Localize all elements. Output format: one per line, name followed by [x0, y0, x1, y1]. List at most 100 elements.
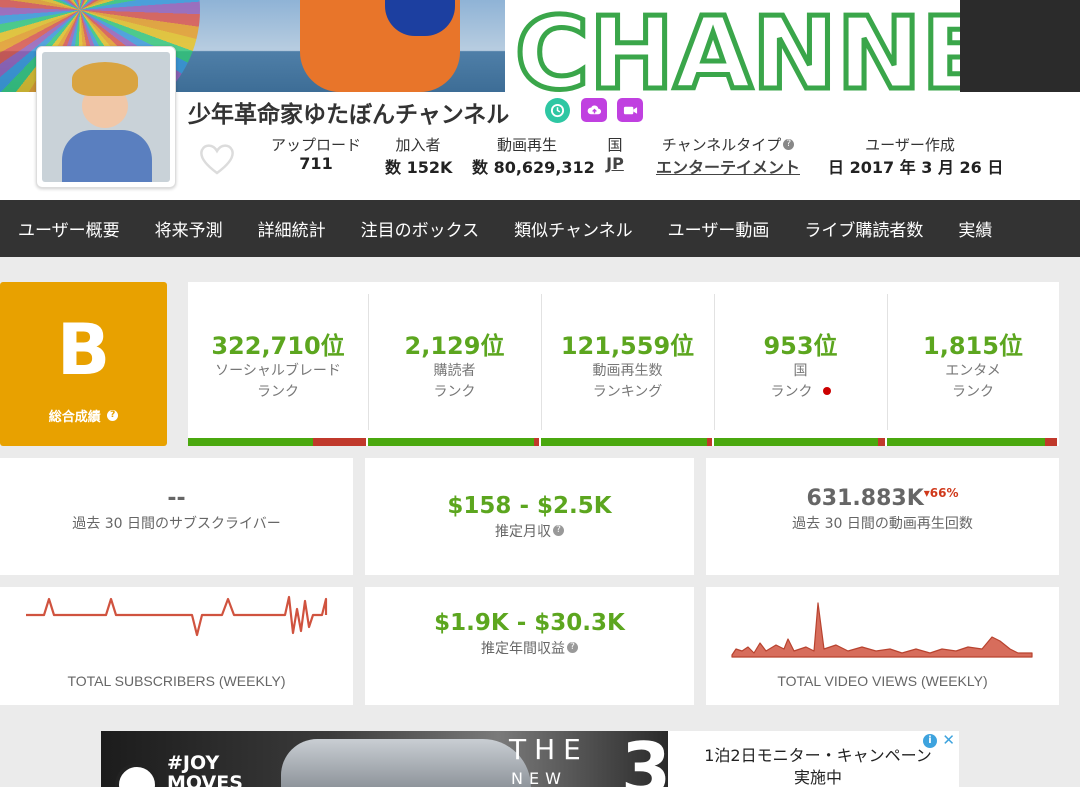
meta-country: 国 JP — [600, 134, 630, 173]
meta-views: 動画再生 数 80,629,312 — [472, 134, 595, 178]
nav-user-videos[interactable]: ユーザー動画 — [668, 216, 770, 241]
main-nav: ユーザー概要 将来予測 詳細統計 注目のボックス 類似チャンネル ユーザー動画 … — [0, 200, 1080, 257]
nav-featured-box[interactable]: 注目のボックス — [361, 216, 480, 241]
rank-value: 2,129位 — [404, 332, 505, 360]
avatar-photo — [42, 52, 170, 182]
rank-label: エンタメ — [945, 363, 1001, 379]
rank-bar — [541, 438, 712, 446]
ad-campaign-line2: 実施中 — [793, 768, 842, 787]
views-30d-value: 631.883K — [806, 486, 924, 511]
rank-label: ソーシャルブレード — [215, 363, 341, 379]
nav-detailed-stats[interactable]: 詳細統計 — [258, 216, 326, 241]
meta-subscribers-value: 数 152K — [385, 158, 453, 177]
meta-channel-type-link[interactable]: エンターテイメント — [648, 154, 808, 178]
rank-bar-fill — [714, 438, 879, 446]
rank-panel: 322,710位 ソーシャルブレード ランク 2,129位 購読者 ランク 12… — [188, 282, 1059, 446]
bmw-logo-icon — [115, 763, 159, 787]
subs-chart-caption: TOTAL SUBSCRIBERS (WEEKLY) — [67, 673, 286, 689]
ad-campaign-line1: 1泊2日モニター・キャンペーン — [704, 746, 932, 765]
ad-slogan-line1: #JOY — [167, 752, 220, 774]
yearly-earnings-label-text: 推定年間収益 — [481, 641, 565, 657]
views-chart-caption: TOTAL VIDEO VIEWS (WEEKLY) — [777, 673, 988, 689]
ad-new-text: NEW — [511, 769, 567, 787]
yearly-earnings-label: 推定年間収益? — [365, 638, 694, 658]
nav-user-overview[interactable]: ユーザー概要 — [18, 216, 120, 241]
rank-label: ランク — [952, 384, 994, 400]
ad-slogan: #JOY MOVES — [167, 753, 243, 787]
nav-achievements[interactable]: 実績 — [958, 216, 992, 241]
nav-similar-channels[interactable]: 類似チャンネル — [514, 216, 633, 241]
overall-grade-card: B 総合成績 ? — [0, 282, 167, 446]
nav-future-projections[interactable]: 将来予測 — [155, 216, 223, 241]
rank-label: 動画再生数 — [592, 363, 663, 379]
video-icon[interactable] — [617, 98, 643, 122]
favorite-heart-icon[interactable] — [198, 142, 236, 176]
rank-label: 国 — [793, 363, 808, 379]
rank-entertainment: 1,815位 エンタメ ランク — [887, 282, 1059, 446]
meta-views-value: 数 80,629,312 — [472, 158, 595, 177]
grade-label: 総合成績 ? — [0, 406, 167, 425]
rank-label: ランク — [433, 384, 476, 400]
rank-value: 953位 — [763, 332, 838, 360]
help-icon[interactable]: ? — [553, 525, 564, 536]
rank-socialblade: 322,710位 ソーシャルブレード ランク — [188, 282, 368, 446]
help-icon[interactable]: ? — [567, 642, 578, 653]
meta-uploads-value: 711 — [299, 154, 333, 173]
clock-icon[interactable] — [545, 98, 570, 123]
rank-value: 121,559位 — [560, 332, 695, 360]
japan-flag-icon — [822, 387, 831, 395]
rank-bar — [714, 438, 885, 446]
ad-campaign-text: 1泊2日モニター・キャンペーン 実施中 — [683, 745, 953, 787]
views-30d-value-row: 631.883K▾66% — [706, 486, 1059, 511]
rank-label: ランキング — [592, 384, 663, 400]
rank-value: 322,710位 — [211, 332, 345, 360]
ad-info-icon[interactable]: i — [923, 734, 937, 748]
grade-label-text: 総合成績 — [48, 410, 101, 425]
yearly-earnings-value: $1.9K - $30.3K — [434, 610, 625, 636]
subs-30d-value: -- — [167, 486, 186, 511]
avatar-straw-hat — [72, 62, 138, 96]
monthly-earnings-value: $158 - $2.5K — [447, 493, 612, 519]
rank-label: 購読者 — [433, 363, 476, 379]
rank-bar — [368, 438, 539, 446]
meta-views-label: 動画再生 — [496, 136, 557, 154]
nav-live-subscribers[interactable]: ライブ購読者数 — [804, 216, 923, 241]
ad-model-number: 3 — [621, 731, 672, 787]
banner-man-figure — [960, 0, 1080, 92]
rank-video-views: 121,559位 動画再生数 ランキング — [541, 282, 714, 446]
meta-created-label: ユーザー作成 — [865, 136, 955, 154]
meta-channel-type-label-text: チャンネルタイプ — [661, 136, 782, 154]
monthly-earnings-label-text: 推定月収 — [495, 524, 551, 540]
grade-letter: B — [56, 309, 111, 391]
meta-created-value: 日 2017 年 3 月 26 日 — [828, 158, 1004, 177]
yearly-earnings-card: $1.9K - $30.3K 推定年間収益? — [365, 587, 694, 705]
rank-label: ランク — [257, 384, 299, 400]
rank-subscribers: 2,129位 購読者 ランク — [368, 282, 541, 446]
avatar-shirt — [62, 130, 152, 182]
ad-car-image — [281, 739, 531, 787]
monthly-earnings-card: $158 - $2.5K 推定月収? — [365, 458, 694, 575]
rank-bar — [188, 438, 366, 446]
channel-title: 少年革命家ゆたぼんチャンネル — [188, 102, 510, 128]
rank-bar-fill — [541, 438, 707, 446]
help-icon[interactable]: ? — [783, 139, 795, 150]
help-icon[interactable]: ? — [107, 410, 119, 421]
subs-chart-card: TOTAL SUBSCRIBERS (WEEKLY) — [0, 587, 353, 705]
ad-slogan-line2: MOVES — [167, 772, 243, 787]
views-30d-label: 過去 30 日間の動画再生回数 — [792, 516, 973, 532]
meta-country-label: 国 — [607, 136, 623, 154]
views-chart-card: TOTAL VIDEO VIEWS (WEEKLY) — [706, 587, 1059, 705]
rank-bar-fill — [188, 438, 313, 446]
meta-subscribers-label: 加入者 — [395, 136, 441, 154]
ad-banner[interactable]: #JOY MOVES THE NEW 3 1泊2日モニター・キャンペーン 実施中 … — [101, 731, 959, 787]
meta-channel-type-label: チャンネルタイプ? — [648, 134, 808, 154]
subs-30d-card: -- 過去 30 日間のサブスクライバー — [0, 458, 353, 575]
meta-uploads-label: アップロード — [270, 136, 361, 154]
ad-the-text: THE — [509, 733, 589, 766]
meta-country-link[interactable]: JP — [600, 154, 630, 173]
rank-bar-fill — [887, 438, 1046, 446]
ad-close-icon[interactable]: ✕ — [942, 731, 955, 749]
ad-photo: #JOY MOVES THE NEW 3 — [101, 731, 672, 787]
upload-icon[interactable] — [581, 98, 607, 122]
rank-bar — [887, 438, 1057, 446]
